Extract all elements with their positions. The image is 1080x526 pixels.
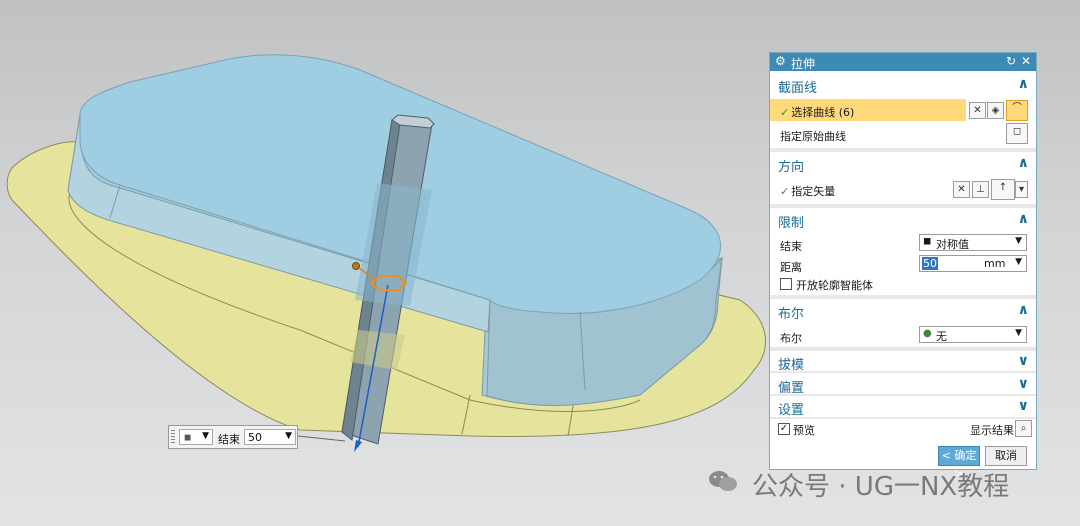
origin-curve-icon[interactable]: ◻ (1006, 123, 1028, 144)
watermark-text: 公众号 · UG一NX教程 (752, 472, 1010, 502)
preview-checkbox[interactable]: ✓ (778, 423, 790, 435)
section-header-curve[interactable]: 截面线 ∧ (770, 74, 1036, 96)
drag-grip-icon[interactable] (171, 430, 175, 444)
input-type-dropdown[interactable]: ◼ ▼ (179, 429, 213, 445)
open-profile-checkbox[interactable] (780, 278, 792, 290)
distance-input[interactable]: 50 mm ▼ (919, 255, 1027, 272)
section-header-limits[interactable]: 限制 ∧ (770, 209, 1036, 231)
end-option-select[interactable]: ◼ 对称值 ▼ (919, 234, 1027, 251)
divider (770, 148, 1036, 152)
chevron-down-icon: ▼ (1015, 236, 1022, 246)
section-title: 限制 (778, 216, 805, 231)
magnifier-icon[interactable]: ⌕ (1015, 420, 1032, 437)
check-icon: ✓ (780, 106, 790, 119)
screen-input-value-field[interactable]: 50 ▼ (244, 429, 296, 445)
chevron-down-icon[interactable]: ▼ (285, 431, 292, 441)
reverse-direction-icon[interactable]: ✕ (953, 181, 970, 198)
section-header-draft[interactable]: 拔模 ∨ (770, 351, 1036, 373)
input-leader-line (297, 435, 346, 442)
chevron-up-icon[interactable]: ∧ (1018, 155, 1029, 171)
open-profile-label: 开放轮廓智能体 (796, 279, 873, 292)
screen-input-value[interactable]: 50 (248, 431, 262, 444)
chevron-down-icon: ▼ (202, 431, 209, 441)
check-icon: ✓ (780, 185, 790, 198)
end-option-value: 对称值 (936, 238, 969, 251)
chevron-down-icon[interactable]: ▾ (1015, 181, 1028, 198)
chevron-up-icon[interactable]: ∧ (1018, 302, 1029, 318)
cube-icon: ◼ (923, 236, 932, 247)
ok-button[interactable]: < 确定 > (938, 446, 980, 480)
dialog-titlebar[interactable]: ⚙ 拉伸 ↻ ✕ (770, 53, 1036, 71)
dialog-title: 拉伸 (791, 57, 816, 71)
chevron-down-icon[interactable]: ∨ (1018, 353, 1029, 369)
specify-origin-row: 指定原始曲线 (770, 123, 1036, 145)
boolean-select[interactable]: ● 无 ▼ (919, 326, 1027, 343)
distance-value[interactable]: 50 (922, 257, 938, 270)
extrude-dialog: ⚙ 拉伸 ↻ ✕ 截面线 ∧ ✓ 选择曲线 (6) ✕ ◈ ⌒ 指定原始曲线 ◻ … (769, 52, 1037, 480)
divider (770, 417, 1036, 419)
divider (770, 295, 1036, 299)
chevron-down-icon[interactable]: ∨ (1018, 398, 1029, 414)
specify-vector-label: 指定矢量 (791, 185, 836, 198)
distance-unit: mm (984, 257, 1006, 270)
chevron-down-icon[interactable]: ▼ (1015, 257, 1022, 267)
gear-icon[interactable]: ⚙ (775, 54, 786, 68)
wechat-icon (709, 471, 737, 491)
sketch-section-icon[interactable]: ⌒ (1006, 100, 1028, 121)
show-result-label: 显示结果 (970, 424, 1014, 437)
nx-graphics-window[interactable]: ◼ ▼ 结束 50 ▼ ⚙ 拉伸 ↻ ✕ 截面线 ∧ ✓ 选择曲线 (6) ✕ ◈… (0, 0, 1080, 526)
preview-label: 预览 (793, 424, 815, 437)
section-header-offset[interactable]: 偏置 ∨ (770, 374, 1036, 396)
chevron-up-icon[interactable]: ∧ (1018, 211, 1029, 227)
section-header-direction[interactable]: 方向 ∧ (770, 153, 1036, 175)
vector-type-icon[interactable]: ↑ (991, 179, 1015, 200)
distance-drag-handle[interactable] (352, 262, 360, 270)
divider (770, 204, 1036, 208)
specify-origin-label: 指定原始曲线 (780, 130, 846, 143)
end-label: 结束 (780, 240, 802, 253)
close-icon[interactable]: ✕ (1021, 54, 1031, 68)
chevron-up-icon[interactable]: ∧ (1018, 76, 1029, 92)
section-title: 截面线 (778, 81, 818, 96)
vector-dialog-icon[interactable]: ⊥ (972, 181, 989, 198)
boolean-none-icon: ● (923, 328, 932, 339)
select-curve-row[interactable]: ✓ 选择曲线 (6) (770, 99, 966, 121)
chevron-down-icon: ▼ (1015, 328, 1022, 338)
screen-input-box: ◼ ▼ 结束 50 ▼ (168, 425, 298, 449)
cube-icon: ◼ (184, 433, 192, 443)
section-header-boolean[interactable]: 布尔 ∧ (770, 300, 1036, 322)
section-title: 方向 (778, 160, 805, 175)
cancel-button[interactable]: 取消 (985, 446, 1027, 466)
curve-rule-icon[interactable]: ◈ (987, 102, 1004, 119)
deselect-icon[interactable]: ✕ (969, 102, 986, 119)
boolean-label: 布尔 (780, 332, 802, 345)
section-header-settings[interactable]: 设置 ∨ (770, 396, 1036, 418)
divider (770, 371, 1036, 373)
screen-input-label: 结束 (218, 433, 240, 446)
boolean-value: 无 (936, 330, 947, 343)
distance-label: 距离 (780, 261, 802, 274)
section-title: 设置 (778, 403, 805, 418)
chevron-down-icon[interactable]: ∨ (1018, 376, 1029, 392)
direction-arrowhead (354, 440, 362, 452)
section-title: 布尔 (778, 307, 805, 322)
select-curve-label: 选择曲线 (6) (791, 106, 855, 119)
reset-icon[interactable]: ↻ (1006, 54, 1016, 68)
